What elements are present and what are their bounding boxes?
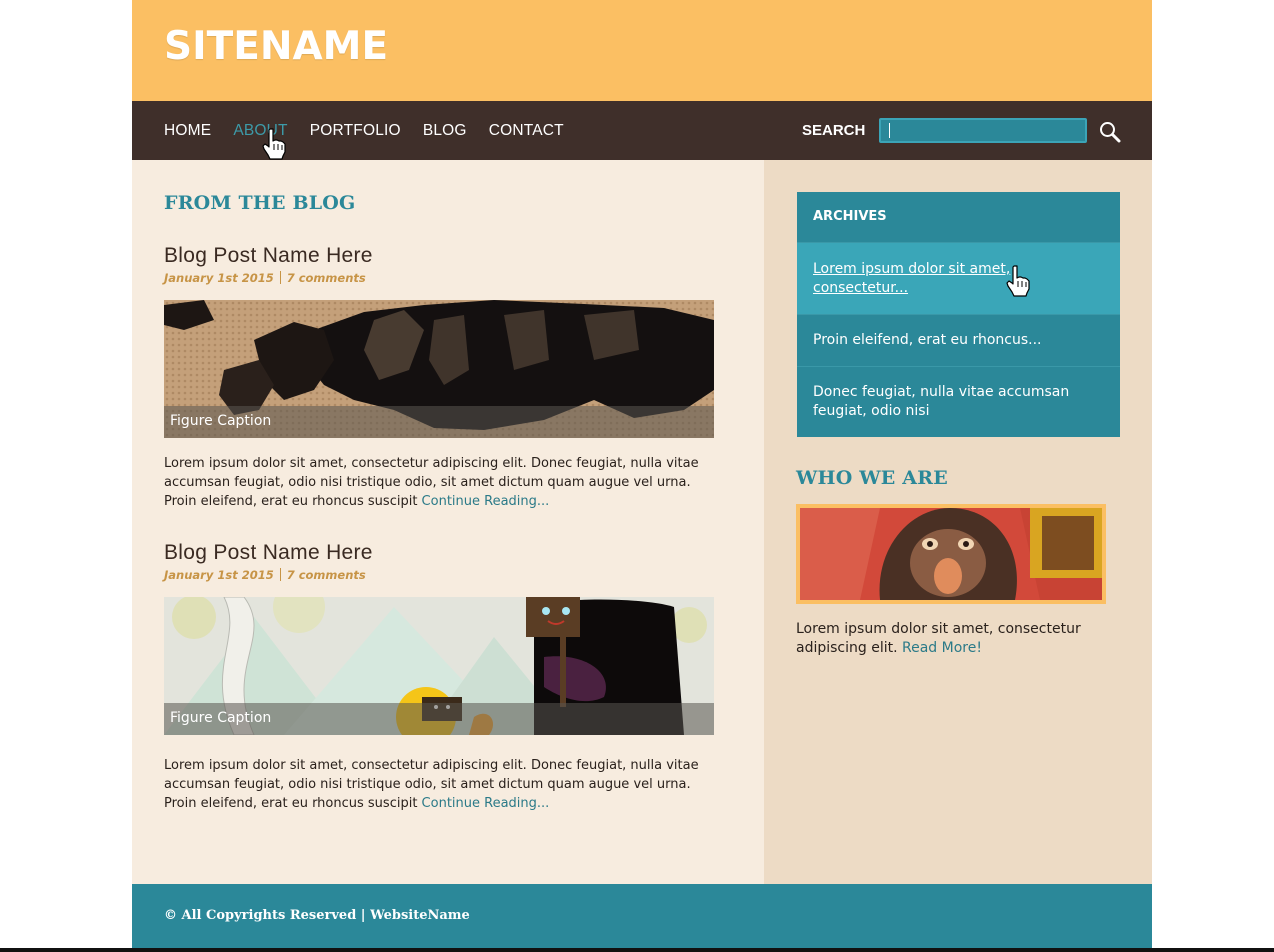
who-we-are-image xyxy=(796,504,1106,604)
sidebar: ARCHIVES Lorem ipsum dolor sit amet, con… xyxy=(764,160,1152,884)
figure-caption: Figure Caption xyxy=(164,406,714,438)
archives-widget: ARCHIVES Lorem ipsum dolor sit amet, con… xyxy=(797,192,1120,437)
site-footer: © All Copyrights Reserved | WebsiteName xyxy=(132,884,1152,948)
nav-item-contact[interactable]: CONTACT xyxy=(489,122,564,140)
site-logo[interactable]: SITENAME xyxy=(164,24,388,69)
search-label: SEARCH xyxy=(802,122,866,139)
nav-item-blog[interactable]: BLOG xyxy=(423,122,467,140)
continue-reading-link[interactable]: Continue Reading... xyxy=(422,494,550,509)
nav-item-portfolio[interactable]: PORTFOLIO xyxy=(310,122,401,140)
post-meta: January 1st 2015 7 comments xyxy=(164,568,366,582)
nav-item-home[interactable]: HOME xyxy=(164,122,211,140)
section-title-blog: FROM THE BLOG xyxy=(164,192,356,214)
continue-reading-link[interactable]: Continue Reading... xyxy=(422,796,550,811)
meta-divider xyxy=(279,271,281,284)
page: SITENAME HOME ABOUT PORTFOLIO BLOG CONTA… xyxy=(132,0,1152,948)
figure-caption: Figure Caption xyxy=(164,703,714,735)
footer-copyright: © All Copyrights Reserved | WebsiteName xyxy=(164,908,470,923)
content-area: FROM THE BLOG Blog Post Name Here Januar… xyxy=(132,160,1152,884)
post-title[interactable]: Blog Post Name Here xyxy=(164,541,373,565)
post-comments-link[interactable]: 7 comments xyxy=(287,568,366,582)
nav-links: HOME ABOUT PORTFOLIO BLOG CONTACT xyxy=(164,101,586,160)
post-excerpt: Lorem ipsum dolor sit amet, consectetur … xyxy=(164,758,699,811)
archives-title: ARCHIVES xyxy=(797,192,1120,243)
post-excerpt: Lorem ipsum dolor sit amet, consectetur … xyxy=(164,456,699,509)
hand-pointer-icon xyxy=(1006,265,1030,297)
search-input[interactable] xyxy=(879,118,1087,143)
site-header: SITENAME xyxy=(132,0,1152,101)
hand-pointer-icon xyxy=(262,128,286,160)
section-title-who: WHO WE ARE xyxy=(796,467,948,489)
post-figure-map: Figure Caption xyxy=(164,300,714,438)
magnifier-icon[interactable] xyxy=(1098,120,1122,144)
post-title[interactable]: Blog Post Name Here xyxy=(164,244,373,268)
post-date: January 1st 2015 xyxy=(164,568,274,582)
monkey-portrait xyxy=(800,508,1102,600)
post-date: January 1st 2015 xyxy=(164,271,274,285)
post-comments-link[interactable]: 7 comments xyxy=(287,271,366,285)
meta-divider xyxy=(279,568,281,581)
archive-link[interactable]: Lorem ipsum dolor sit amet, consectetur.… xyxy=(797,243,1120,315)
archive-link[interactable]: Donec feugiat, nulla vitae accumsan feug… xyxy=(797,367,1120,437)
main-column: FROM THE BLOG Blog Post Name Here Januar… xyxy=(132,160,764,884)
post-figure-illustration: Figure Caption xyxy=(164,597,714,735)
read-more-link[interactable]: Read More! xyxy=(902,640,982,656)
text-caret xyxy=(889,123,890,138)
archive-link[interactable]: Proin eleifend, erat eu rhoncus... xyxy=(797,315,1120,367)
who-we-are-text: Lorem ipsum dolor sit amet, consectetur … xyxy=(796,621,1081,656)
bottom-divider xyxy=(0,948,1274,952)
post-meta: January 1st 2015 7 comments xyxy=(164,271,366,285)
